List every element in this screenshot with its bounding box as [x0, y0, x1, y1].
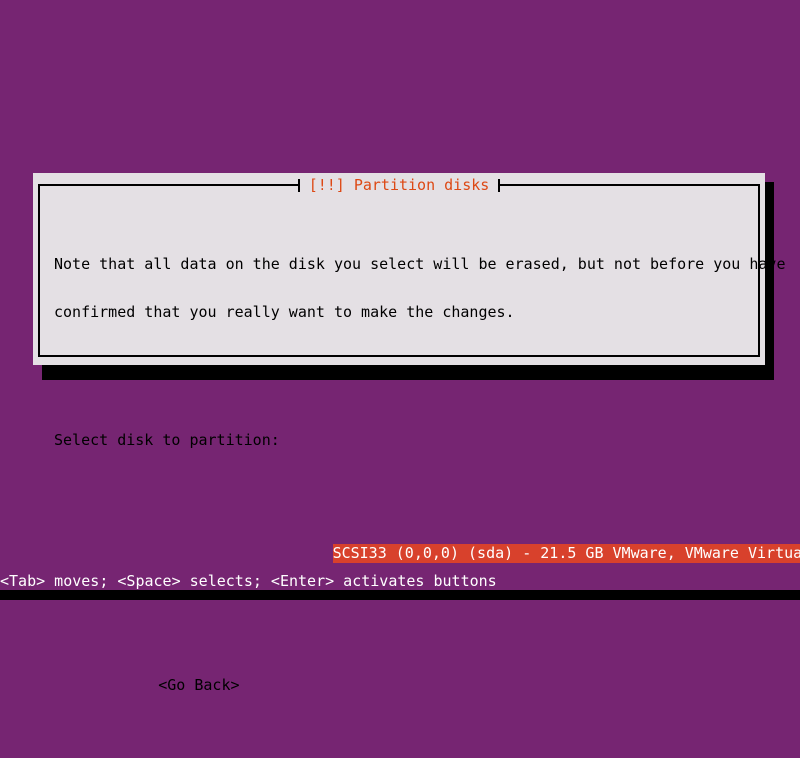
select-disk-prompt: Select disk to partition:	[54, 431, 280, 449]
disk-list-item-label[interactable]: SCSI33 (0,0,0) (sda) - 21.5 GB VMware, V…	[332, 544, 800, 563]
go-back-button[interactable]: <Go Back>	[126, 677, 239, 693]
dialog-body: Note that all data on the disk you selec…	[40, 186, 800, 693]
bottom-black-strip	[0, 590, 800, 600]
warning-text-line-2: confirmed that you really want to make t…	[54, 303, 515, 321]
installer-screen: [!!] Partition disks Note that all data …	[0, 0, 800, 693]
partition-disks-dialog: [!!] Partition disks Note that all data …	[33, 173, 800, 693]
dialog-button-row: <Go Back>	[40, 661, 758, 709]
warning-text-line-1: Note that all data on the disk you selec…	[54, 255, 786, 273]
status-bar-help-text: <Tab> moves; <Space> selects; <Enter> ac…	[0, 572, 497, 590]
